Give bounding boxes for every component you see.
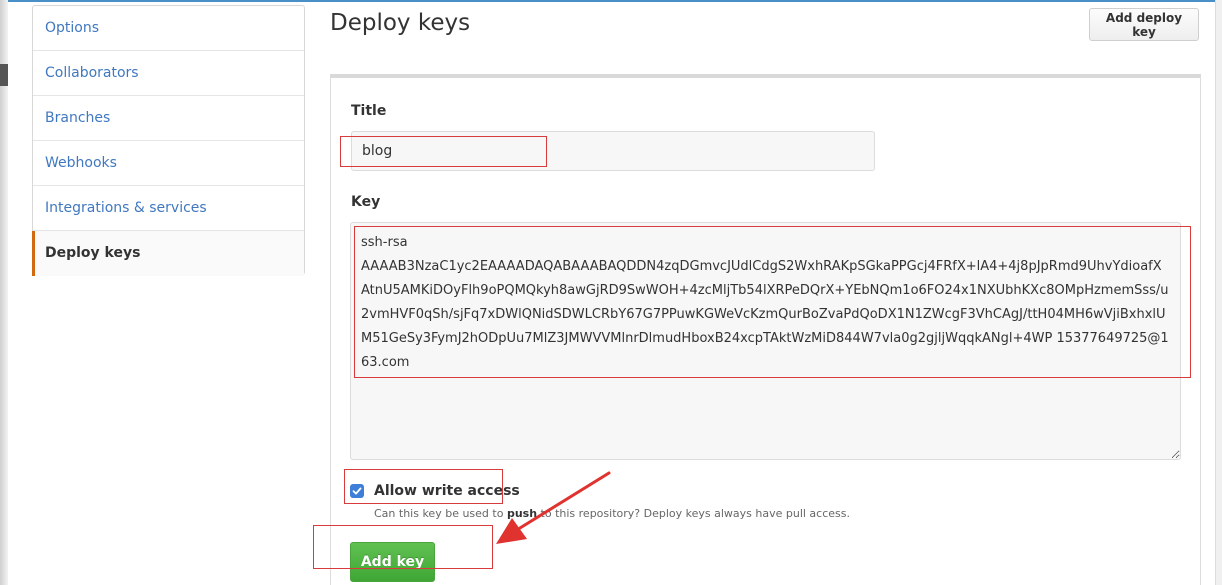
- allow-write-checkbox[interactable]: [350, 484, 364, 498]
- page-title: Deploy keys: [330, 10, 471, 36]
- sidebar-item-deploy-keys[interactable]: Deploy keys: [32, 231, 304, 276]
- title-input[interactable]: [351, 131, 875, 171]
- right-scrollbar[interactable]: [1215, 0, 1222, 585]
- allow-write-help-text: Can this key be used to push to this rep…: [374, 507, 850, 520]
- allow-write-label[interactable]: Allow write access: [374, 483, 520, 499]
- sidebar-item-options[interactable]: Options: [33, 6, 304, 51]
- key-label: Key: [351, 194, 381, 210]
- allow-write-row: Allow write access: [350, 482, 520, 500]
- page: Options Collaborators Branches Webhooks …: [0, 0, 1222, 585]
- sidebar-item-webhooks[interactable]: Webhooks: [33, 141, 304, 186]
- settings-sidebar: Options Collaborators Branches Webhooks …: [32, 5, 305, 276]
- help-text-suffix: to this repository? Deploy keys always h…: [540, 507, 850, 520]
- key-textarea[interactable]: ssh-rsa AAAAB3NzaC1yc2EAAAADAQABAAABAQDD…: [350, 222, 1181, 460]
- sidebar-item-branches[interactable]: Branches: [33, 96, 304, 141]
- left-edge-tab: [0, 64, 8, 86]
- add-deploy-key-button[interactable]: Add deploy key: [1089, 8, 1199, 41]
- help-text-push: push: [506, 507, 538, 520]
- add-key-button[interactable]: Add key: [350, 542, 435, 582]
- sidebar-item-collaborators[interactable]: Collaborators: [33, 51, 304, 96]
- help-text-prefix: Can this key be used to: [374, 507, 504, 520]
- left-window-edge: [0, 0, 8, 585]
- checkmark-icon: [352, 487, 362, 495]
- top-border-line: [0, 0, 1222, 2]
- sidebar-item-integrations[interactable]: Integrations & services: [33, 186, 304, 231]
- title-label: Title: [351, 103, 387, 119]
